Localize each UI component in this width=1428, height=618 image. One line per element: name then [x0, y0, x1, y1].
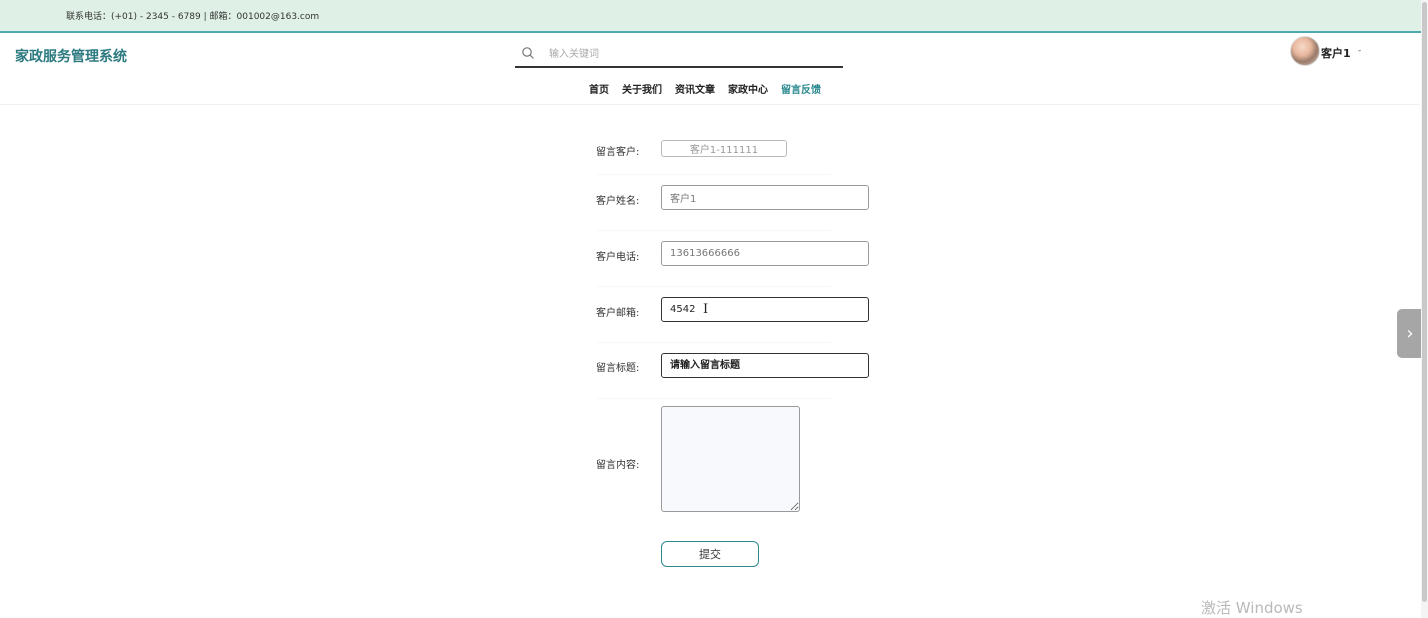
email-label: 客户邮箱: [596, 308, 640, 319]
text-cursor-icon: I [703, 302, 709, 317]
nav-item-home[interactable]: 首页 [589, 81, 609, 96]
nav-item-news[interactable]: 资讯文章 [675, 81, 715, 96]
email-field[interactable] [661, 297, 869, 322]
contact-info: 联系电话：(+01) - 2345 - 6789 | 邮箱：001002@163… [66, 12, 320, 22]
name-label: 客户姓名: [596, 196, 640, 207]
search-bar [515, 42, 843, 68]
nav-item-services[interactable]: 家政中心 [728, 81, 768, 96]
nav-divider [0, 104, 1420, 105]
chevron-right-icon[interactable]: › [1397, 309, 1423, 358]
main-nav: 首页 关于我们 资讯文章 家政中心 留言反馈 [589, 81, 821, 96]
submit-button[interactable]: 提交 [661, 541, 759, 567]
avatar[interactable] [1290, 36, 1320, 66]
content-label: 留言内容: [596, 460, 640, 471]
name-field[interactable] [661, 185, 869, 210]
phone-field[interactable] [661, 241, 869, 266]
phone-label: 客户电话: [596, 252, 640, 263]
row-divider [596, 342, 831, 343]
user-name[interactable]: 客户1 [1321, 45, 1351, 61]
scrollbar-thumb[interactable] [1422, 2, 1427, 602]
row-divider [596, 230, 831, 231]
row-divider [596, 174, 831, 175]
search-icon[interactable] [521, 46, 535, 60]
chevron-down-icon[interactable]: - [1358, 46, 1361, 56]
nav-item-feedback[interactable]: 留言反馈 [781, 81, 821, 96]
top-contact-bar: 联系电话：(+01) - 2345 - 6789 | 邮箱：001002@163… [0, 0, 1428, 33]
customer-field [661, 140, 787, 157]
search-input[interactable] [547, 45, 831, 63]
content-textarea[interactable] [661, 406, 800, 512]
nav-item-about[interactable]: 关于我们 [622, 81, 662, 96]
windows-activation-watermark: 激活 Windows [1201, 599, 1303, 617]
site-title[interactable]: 家政服务管理系统 [15, 46, 127, 66]
title-field[interactable] [661, 353, 869, 378]
title-label: 留言标题: [596, 363, 640, 374]
customer-label: 留言客户: [596, 147, 640, 158]
row-divider [596, 398, 831, 399]
row-divider [596, 286, 831, 287]
